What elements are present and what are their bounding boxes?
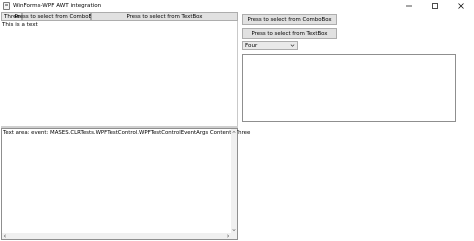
wpf-control-panel: Three Press to select from ComboBox Pres…: [1, 12, 250, 240]
close-icon: [458, 3, 464, 9]
chevron-down-icon: [290, 44, 295, 47]
left-select-combobox-button[interactable]: Press to select from ComboBox: [14, 12, 99, 21]
left-select-textbox-button[interactable]: Press to select from TextBox: [91, 12, 238, 21]
close-button[interactable]: [450, 0, 472, 12]
window-title: WinForms-WPF AWT integration: [13, 2, 102, 9]
scroll-up-arrow[interactable]: [231, 129, 237, 135]
app-icon: [3, 2, 10, 10]
maximize-button[interactable]: [424, 0, 446, 12]
scrollbar-corner: [231, 233, 237, 239]
chevron-up-icon: [232, 130, 236, 133]
text-area[interactable]: Text area: event: MASES.CLRTests.WPFTest…: [1, 128, 250, 240]
minimize-icon: [406, 5, 412, 7]
right-combobox-value: Four: [245, 42, 258, 49]
chevron-down-icon: [232, 229, 236, 232]
text-area-content: Text area: event: MASES.CLRTests.WPFTest…: [3, 130, 251, 136]
title-bar: WinForms-WPF AWT integration: [0, 0, 474, 12]
vertical-scrollbar[interactable]: [231, 129, 237, 239]
horizontal-scrollbar[interactable]: [2, 233, 231, 239]
right-text-box[interactable]: [242, 54, 456, 122]
maximize-icon: [432, 3, 438, 9]
scroll-left-arrow[interactable]: [2, 233, 8, 239]
right-combobox[interactable]: Four: [242, 41, 298, 50]
text-label: This is a text: [2, 22, 38, 28]
right-select-combobox-button[interactable]: Press to select from ComboBox: [242, 14, 337, 25]
right-select-textbox-button[interactable]: Press to select from TextBox: [242, 28, 337, 39]
chevron-left-icon: [3, 234, 6, 238]
chevron-right-icon: [227, 234, 230, 238]
minimize-button[interactable]: [398, 0, 420, 12]
